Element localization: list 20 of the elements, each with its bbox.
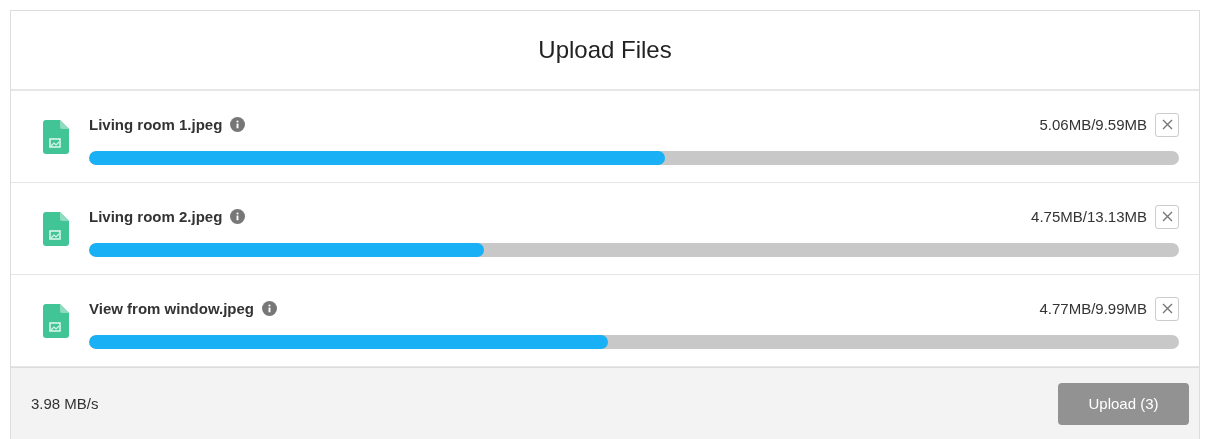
file-name: View from window.jpeg [89, 300, 254, 317]
info-icon[interactable] [230, 117, 246, 132]
upload-progress-text: 4.77MB/9.99MB [1039, 300, 1147, 317]
dialog-title: Upload Files [11, 11, 1199, 91]
cancel-button[interactable] [1155, 112, 1179, 137]
upload-progress-text: 5.06MB/9.59MB [1039, 116, 1147, 133]
cancel-button[interactable] [1155, 204, 1179, 229]
close-icon [1161, 119, 1173, 130]
info-icon[interactable] [262, 301, 277, 316]
close-icon [1161, 303, 1173, 314]
image-file-icon [43, 303, 69, 338]
file-name: Living room 2.jpeg [89, 208, 223, 225]
info-icon[interactable] [230, 209, 246, 224]
upload-progress-text: 4.75MB/13.13MB [1031, 208, 1147, 225]
file-name: Living room 1.jpeg [89, 116, 223, 133]
close-icon [1161, 211, 1173, 222]
cancel-button[interactable] [1155, 296, 1179, 321]
image-file-icon [43, 211, 69, 246]
upload-speed: 3.98 MB/s [31, 395, 99, 412]
image-file-icon [43, 119, 69, 154]
